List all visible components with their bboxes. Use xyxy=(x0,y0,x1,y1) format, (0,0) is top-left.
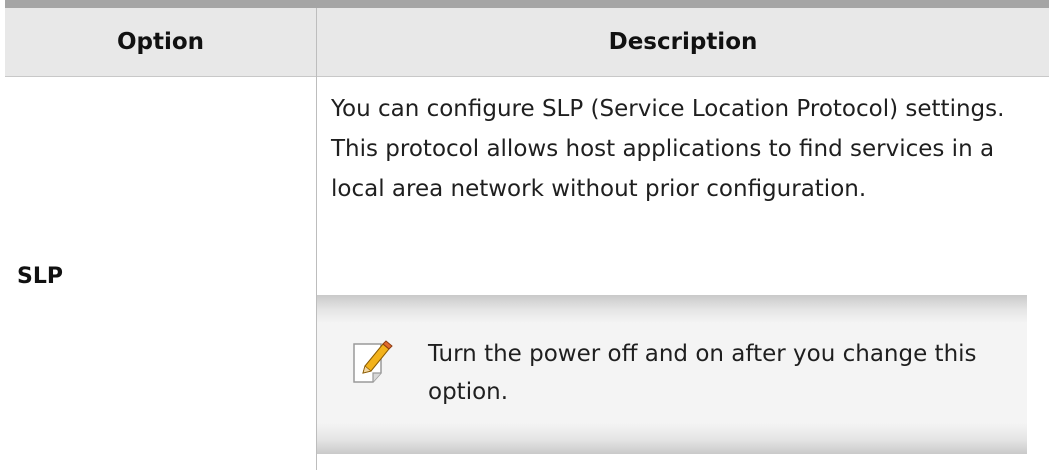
note-box: Turn the power off and on after you chan… xyxy=(317,295,1027,454)
note-text: Turn the power off and on after you chan… xyxy=(428,341,977,405)
table-header-row: Option Description xyxy=(5,8,1049,76)
table-top-rule xyxy=(5,0,1049,8)
table-row-option-cell: SLP xyxy=(5,77,316,470)
header-option: Option xyxy=(116,29,205,55)
option-description: You can configure SLP (Service Location … xyxy=(331,96,1005,202)
header-description: Description xyxy=(608,29,758,55)
options-table: Option Description SLP You can configure… xyxy=(5,0,1049,470)
note-pencil-icon xyxy=(351,339,393,385)
option-name: SLP xyxy=(17,264,63,289)
